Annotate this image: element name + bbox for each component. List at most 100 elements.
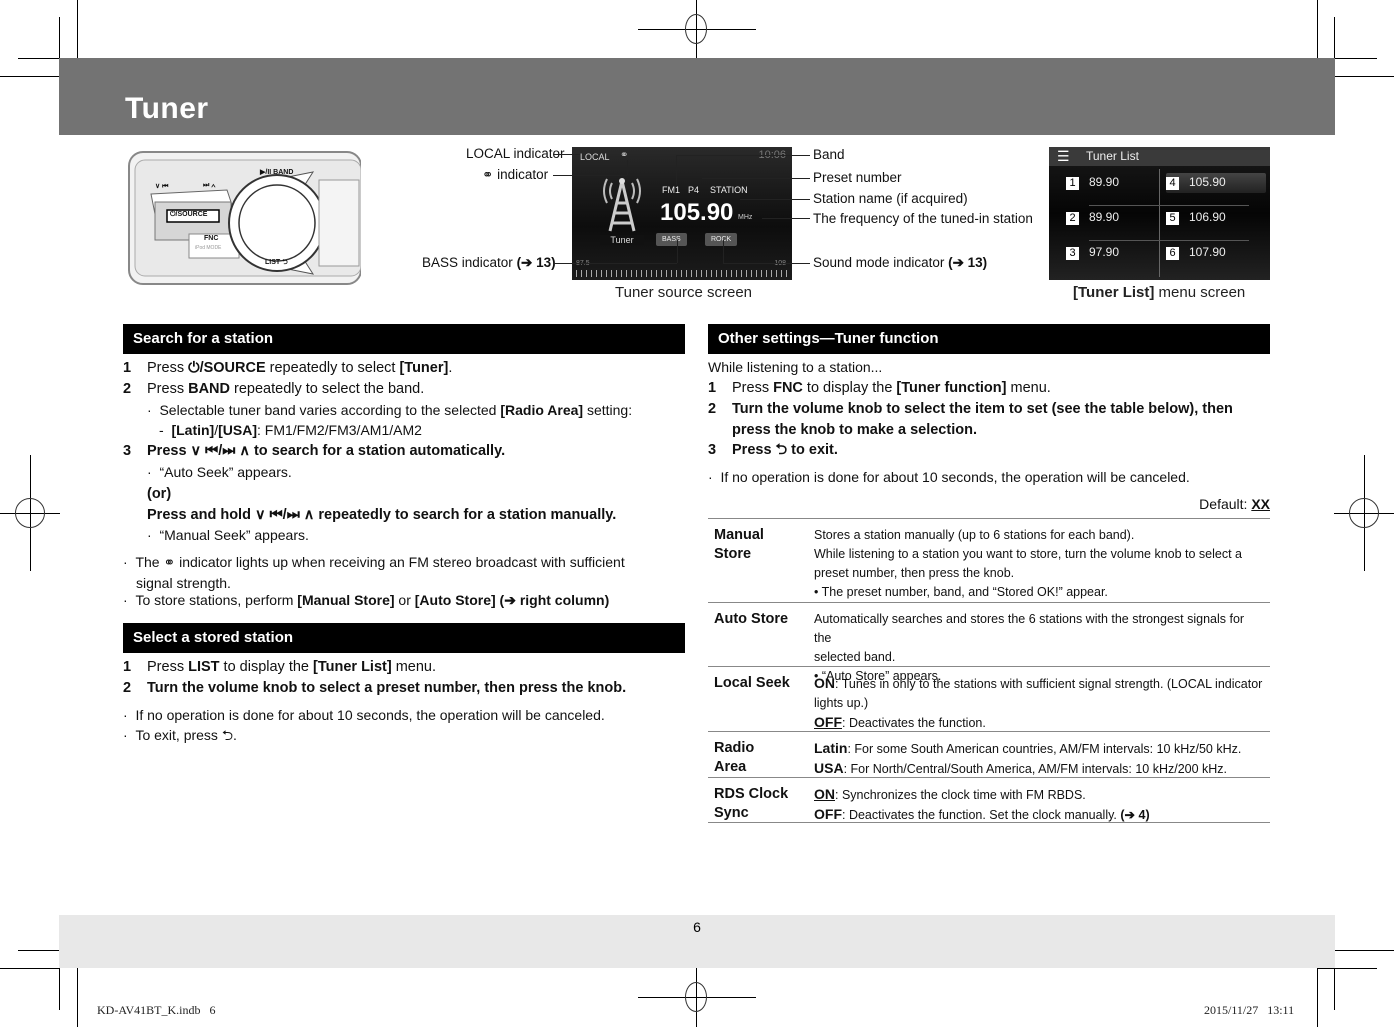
preset-item[interactable]: 6 107.90	[1166, 245, 1266, 265]
source-button-label: ⏻/SOURCE	[170, 211, 208, 218]
text: press the knob to make a selection.	[732, 422, 977, 438]
text: Press	[732, 380, 774, 396]
description-line: • The preset number, band, and “Stored O…	[814, 585, 1108, 599]
slug-file: KD-AV41BT_K.indb 6	[97, 1003, 216, 1017]
preset-item-selected[interactable]: 4 105.90	[1166, 173, 1266, 193]
step-number: 2	[123, 381, 132, 397]
setting-name-line: Manual	[714, 527, 764, 543]
text: Press ⮌ to exit.	[732, 442, 838, 458]
other-note: · If no operation is done for about 10 s…	[708, 467, 1190, 488]
crop-mark	[1317, 968, 1377, 969]
description-line: Automatically searches and stores the 6 …	[814, 612, 1245, 645]
frequency-display: 105.90	[660, 199, 734, 226]
other-step-3: 3 Press ⮌ to exit.	[708, 440, 838, 461]
menu-item: [Latin]	[171, 422, 215, 438]
search-step-3-alt-note: · “Manual Seek” appears.	[147, 525, 309, 546]
footer-band: 6	[59, 915, 1335, 968]
leader-line	[553, 175, 627, 176]
page-ref: (➔ 4)	[1120, 808, 1150, 822]
callout-station: Station name (if acquired)	[813, 191, 968, 206]
caption-rest: menu screen	[1154, 284, 1246, 301]
other-intro: While listening to a station...	[708, 359, 883, 375]
list-key: LIST	[188, 659, 220, 675]
registration-mark	[685, 982, 707, 1012]
bullet: ·	[708, 469, 721, 485]
bullet: ·	[147, 464, 160, 480]
caption-bold: [Tuner List]	[1073, 284, 1155, 301]
preset-item[interactable]: 2 89.90	[1066, 210, 1166, 230]
search-step-2-note: · Selectable tuner band varies according…	[147, 400, 632, 421]
preset-item[interactable]: 3 97.90	[1066, 245, 1166, 265]
leader-line	[676, 155, 677, 185]
stored-step-1: 1 Press LIST to display the [Tuner List] …	[123, 657, 436, 678]
callout-preset: Preset number	[813, 170, 902, 185]
setting-name: RDS Clock Sync	[714, 785, 788, 823]
option-text: : For North/Central/South America, AM/FM…	[843, 762, 1228, 776]
preset-frequency: 106.90	[1189, 210, 1226, 224]
description-line: While listening to a station you want to…	[814, 547, 1243, 561]
description-line: Stores a station manually (up to 6 stati…	[814, 528, 1135, 542]
band-label: FM1	[662, 185, 680, 195]
preset-frequency: 107.90	[1189, 245, 1226, 259]
frequency-scale	[576, 270, 788, 277]
search-step-2: 2 Press BAND repeatedly to select the ban…	[123, 379, 424, 400]
preset-item[interactable]: 5 106.90	[1166, 210, 1266, 230]
text: Press	[147, 659, 189, 675]
option-label-default: ON	[814, 786, 835, 802]
leader-line	[553, 154, 580, 155]
source-label: Tuner	[600, 235, 644, 245]
table-bottom-border	[708, 822, 1270, 823]
source-key: ⏻/SOURCE	[188, 360, 266, 376]
table-row: Auto Store Automatically searches and sto…	[708, 602, 1270, 683]
setting-option: OFF: Deactivates the function.	[814, 713, 1264, 733]
link-auto-store[interactable]: [Auto Store] (➔ right column)	[415, 592, 609, 608]
description-line: selected band.	[814, 650, 896, 664]
section-header-other: Other settings—Tuner function	[708, 324, 1270, 354]
stereo-icon: ⚭	[163, 554, 176, 570]
leader-line	[723, 263, 810, 264]
callout-band: Band	[813, 147, 845, 162]
list-button-label: LIST ⮌	[265, 259, 288, 266]
step-number: 1	[123, 659, 132, 675]
registration-mark	[685, 14, 707, 44]
registration-mark	[1349, 498, 1379, 528]
bullet: ·	[123, 727, 136, 743]
step-number: 3	[708, 442, 717, 458]
text: Turn the volume knob to select the item …	[732, 401, 1233, 417]
bass-indicator: BASS	[656, 233, 687, 246]
preset-frequency: 105.90	[1189, 175, 1226, 189]
preset-item[interactable]: 1 89.90	[1066, 175, 1166, 195]
search-or: (or)	[147, 486, 172, 502]
crop-mark	[1334, 950, 1394, 951]
stored-note-1: · If no operation is done for about 10 s…	[123, 705, 605, 726]
link-manual-store[interactable]: [Manual Store]	[297, 592, 394, 608]
page-ref: (➔ 13)	[948, 255, 988, 270]
tuner-list-caption: [Tuner List] menu screen	[1073, 284, 1245, 301]
fnc-button-label: FNC	[204, 235, 219, 242]
setting-name-line: Sync	[714, 805, 749, 821]
callout-stereo: ⚭ indicator	[482, 167, 548, 183]
callout-frequency: The frequency of the tuned-in station	[813, 211, 1033, 226]
callout-local: LOCAL indicator	[466, 146, 565, 161]
text: repeatedly to select the band.	[229, 381, 425, 397]
default-legend: Default: XX	[1199, 494, 1270, 515]
setting-name-line: Area	[714, 759, 747, 775]
leader-line	[762, 218, 810, 219]
antenna-tower-icon	[603, 178, 641, 232]
callout-sound-label: Sound mode indicator	[813, 255, 945, 270]
setting-name-line: RDS Clock	[714, 786, 789, 802]
section-header-stored: Select a stored station	[123, 623, 685, 653]
divider	[1089, 205, 1249, 206]
step-number: 1	[708, 380, 717, 396]
tuner-list-screen: ☰ Tuner List 1 89.90 2 89.90 3 97.90 4 105.9…	[1049, 147, 1270, 280]
setting-description: ON: Synchronizes the clock time with FM …	[814, 785, 1264, 825]
list-icon: ☰	[1057, 148, 1070, 164]
description-line: preset number, then press the knob.	[814, 566, 1015, 580]
menu-item: [Tuner function]	[896, 380, 1007, 396]
crop-mark	[1317, 0, 1318, 60]
option-label-default: OFF	[814, 714, 842, 730]
option-label: Latin	[814, 740, 848, 756]
bullet: ·	[123, 554, 136, 570]
setting-name-line: Store	[714, 546, 752, 562]
leader-line	[723, 240, 724, 263]
